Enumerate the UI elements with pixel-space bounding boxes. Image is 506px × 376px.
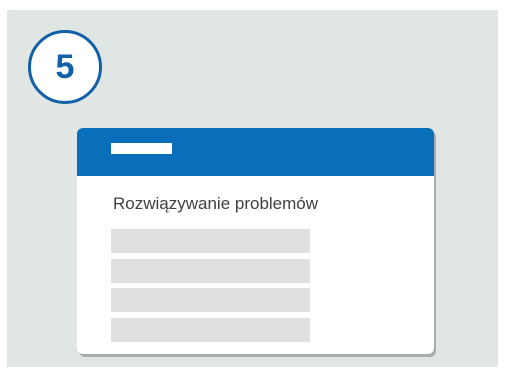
troubleshooting-window: Rozwiązywanie problemów bbox=[77, 128, 434, 354]
step-number: 5 bbox=[55, 47, 75, 86]
step-number-badge: 5 bbox=[28, 30, 102, 104]
content-placeholder-line bbox=[111, 288, 310, 312]
content-placeholder-line bbox=[111, 318, 310, 342]
title-bar-placeholder bbox=[111, 143, 172, 154]
content-placeholder-line bbox=[111, 229, 310, 253]
window-title-bar bbox=[77, 128, 434, 176]
content-placeholder-line bbox=[111, 259, 310, 283]
window-heading: Rozwiązywanie problemów bbox=[113, 194, 319, 213]
